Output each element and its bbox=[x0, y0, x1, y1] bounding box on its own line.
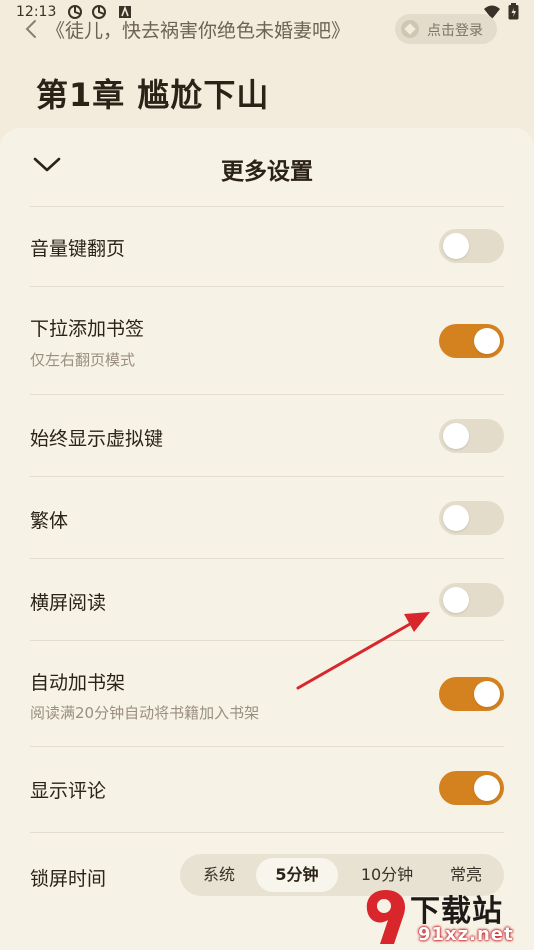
divider bbox=[30, 832, 504, 833]
setting-label: 繁体 bbox=[30, 510, 69, 532]
lock-option-5min[interactable]: 5分钟 bbox=[256, 858, 338, 892]
chapter-title: 第1章 尴尬下山 bbox=[36, 76, 270, 114]
watermark-bottom-text: 91xz.net bbox=[418, 924, 514, 945]
more-settings-sheet: 更多设置 音量键翻页 下拉添加书签 仅左右翻页模式 始终显示虚拟键 繁体 横屏阅… bbox=[0, 128, 534, 950]
setting-sublabel: 阅读满20分钟自动将书籍加入书架 bbox=[30, 704, 260, 722]
setting-sublabel: 仅左右翻页模式 bbox=[30, 351, 136, 369]
traditional-chinese-toggle[interactable] bbox=[439, 501, 504, 535]
setting-label: 显示评论 bbox=[30, 780, 107, 802]
setting-label: 下拉添加书签 bbox=[30, 318, 145, 340]
setting-row-volume-key-page[interactable]: 音量键翻页 bbox=[0, 206, 534, 286]
setting-label: 音量键翻页 bbox=[30, 238, 126, 260]
pull-bookmark-toggle[interactable] bbox=[439, 324, 504, 358]
setting-row-show-comments[interactable]: 显示评论 bbox=[0, 746, 534, 832]
book-title: 《徒儿，快去祸害你绝色未婚妻吧》 bbox=[46, 20, 351, 42]
setting-label: 始终显示虚拟键 bbox=[30, 428, 164, 450]
toggle-knob bbox=[443, 587, 469, 613]
setting-row-pull-bookmark[interactable]: 下拉添加书签 仅左右翻页模式 bbox=[0, 286, 534, 394]
reader-header: 《徒儿，快去祸害你绝色未婚妻吧》 点击登录 bbox=[0, 6, 534, 50]
watermark-logo-icon bbox=[366, 890, 406, 944]
login-label: 点击登录 bbox=[427, 23, 483, 39]
toggle-knob bbox=[443, 505, 469, 531]
lock-option-system[interactable]: 系统 bbox=[188, 858, 250, 892]
toggle-knob bbox=[443, 423, 469, 449]
toggle-knob bbox=[474, 681, 500, 707]
landscape-reading-toggle[interactable] bbox=[439, 583, 504, 617]
site-watermark: 下载站 91xz.net bbox=[360, 886, 534, 950]
virtual-keys-toggle[interactable] bbox=[439, 419, 504, 453]
setting-row-auto-add-bookshelf[interactable]: 自动加书架 阅读满20分钟自动将书籍加入书架 bbox=[0, 640, 534, 746]
sheet-title: 更多设置 bbox=[221, 159, 313, 185]
back-icon[interactable] bbox=[22, 14, 40, 44]
toggle-knob bbox=[443, 233, 469, 259]
toggle-knob bbox=[474, 328, 500, 354]
coin-icon bbox=[401, 20, 419, 38]
login-button[interactable]: 点击登录 bbox=[395, 14, 497, 44]
setting-row-landscape-reading[interactable]: 横屏阅读 bbox=[0, 558, 534, 640]
setting-label: 横屏阅读 bbox=[30, 592, 107, 614]
show-comments-toggle[interactable] bbox=[439, 771, 504, 805]
lock-screen-label: 锁屏时间 bbox=[30, 868, 107, 890]
auto-add-bookshelf-toggle[interactable] bbox=[439, 677, 504, 711]
toggle-knob bbox=[474, 775, 500, 801]
setting-row-traditional-chinese[interactable]: 繁体 bbox=[0, 476, 534, 558]
setting-row-virtual-keys[interactable]: 始终显示虚拟键 bbox=[0, 394, 534, 476]
sheet-header: 更多设置 bbox=[0, 128, 534, 206]
volume-key-page-toggle[interactable] bbox=[439, 229, 504, 263]
setting-label: 自动加书架 bbox=[30, 672, 126, 694]
